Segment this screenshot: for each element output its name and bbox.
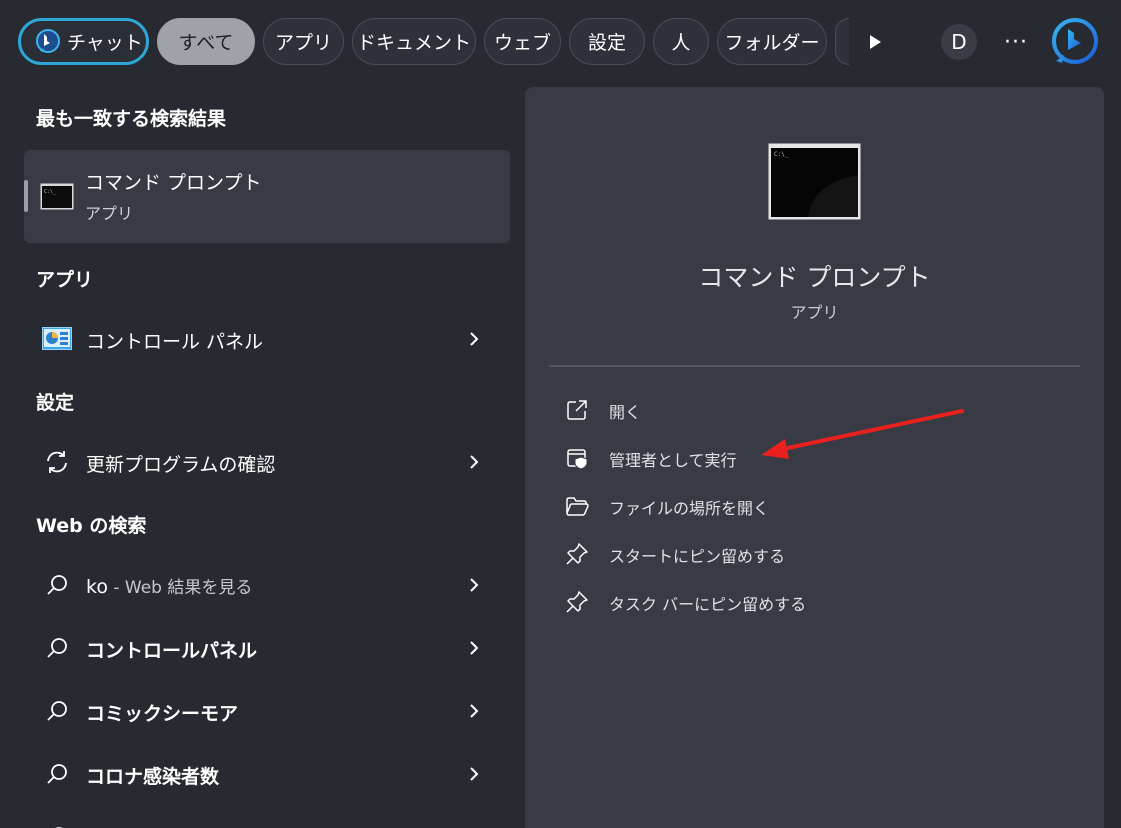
detail-subtitle: アプリ: [790, 303, 839, 322]
chevron-right-icon: [470, 641, 479, 655]
bing-chat-icon: [36, 28, 60, 53]
web-result-label: コロナ感染者数: [86, 766, 220, 788]
web-result-partial[interactable]: [24, 811, 510, 828]
run-as-admin-action[interactable]: 管理者として実行: [565, 443, 1045, 473]
action-label: ファイルの場所を開く: [609, 499, 770, 518]
web-query-text: ko: [86, 576, 108, 598]
web-result-comic-cmoa[interactable]: コミックシーモア: [24, 685, 510, 737]
apps-filter-button[interactable]: アプリ: [263, 18, 344, 65]
documents-filter-button[interactable]: ドキュメント: [352, 18, 476, 65]
pin-icon: [566, 591, 588, 613]
settings-filter-button[interactable]: 設定: [569, 18, 645, 65]
action-label: 開く: [609, 403, 642, 422]
all-filter-label: すべて: [178, 32, 234, 54]
bing-icon[interactable]: [1050, 17, 1100, 67]
detail-divider: [549, 365, 1080, 367]
action-label: タスク バーにピン留めする: [609, 595, 807, 614]
more-filters-partial-button[interactable]: [835, 18, 849, 65]
search-icon: [42, 635, 72, 661]
open-external-icon: [567, 400, 587, 420]
command-prompt-icon: C:\_: [40, 183, 74, 210]
search-icon: [42, 572, 72, 598]
selection-indicator: [24, 180, 28, 212]
best-match-name: コマンド プロンプト: [85, 172, 262, 194]
sync-icon: [42, 449, 72, 475]
best-match-result[interactable]: C:\_ コマンド プロンプト アプリ: [24, 150, 510, 243]
best-match-heading: 最も一致する検索結果: [36, 108, 227, 130]
search-filter-bar: チャット すべて アプリ ドキュメント ウェブ 設定 人 フォルダー D ···: [0, 0, 1121, 84]
app-result-control-panel[interactable]: コントロール パネル: [24, 313, 510, 365]
pin-icon: [566, 543, 588, 565]
web-result-label: ko - Web 結果を見る: [86, 573, 252, 598]
web-result-label: コントロールパネル: [86, 640, 258, 662]
avatar-letter: D: [951, 30, 967, 54]
pin-to-taskbar-action[interactable]: タスク バーにピン留めする: [565, 587, 1045, 617]
web-result-control-panel[interactable]: コントロールパネル: [24, 622, 510, 674]
search-icon: [42, 824, 72, 828]
play-icon: [870, 35, 881, 49]
best-match-type: アプリ: [85, 204, 134, 223]
scroll-filters-button[interactable]: [862, 30, 888, 54]
action-label: スタートにピン留めする: [609, 547, 786, 566]
more-options-button[interactable]: ···: [1000, 26, 1032, 58]
apps-filter-label: アプリ: [274, 32, 332, 54]
open-file-location-action[interactable]: ファイルの場所を開く: [565, 491, 1045, 521]
web-filter-label: ウェブ: [493, 32, 551, 54]
user-avatar[interactable]: D: [941, 24, 977, 60]
command-prompt-large-icon: C:\_: [768, 143, 861, 220]
settings-result-label: 更新プログラムの確認: [86, 454, 276, 476]
web-result-label: コミックシーモア: [86, 703, 239, 725]
svg-text:C:\_: C:\_: [44, 189, 57, 195]
settings-filter-label: 設定: [587, 32, 626, 54]
chevron-right-icon: [470, 704, 479, 718]
ellipsis-icon: ···: [1004, 29, 1028, 55]
chat-filter-button[interactable]: チャット: [18, 18, 149, 65]
all-filter-button[interactable]: すべて: [157, 18, 255, 65]
folders-filter-button[interactable]: フォルダー: [717, 18, 827, 65]
settings-result-update[interactable]: 更新プログラムの確認: [24, 436, 510, 488]
search-icon: [42, 761, 72, 787]
action-label: 管理者として実行: [609, 451, 737, 470]
people-filter-button[interactable]: 人: [653, 18, 709, 65]
open-action[interactable]: 開く: [565, 395, 1045, 425]
web-result-ko[interactable]: ko - Web 結果を見る: [24, 559, 510, 611]
apps-heading: アプリ: [36, 269, 94, 291]
people-filter-label: 人: [671, 32, 691, 54]
shield-admin-icon: [567, 449, 588, 470]
web-result-corona-cases[interactable]: コロナ感染者数: [24, 748, 510, 800]
folders-filter-label: フォルダー: [724, 32, 820, 54]
pin-to-start-action[interactable]: スタートにピン留めする: [565, 539, 1045, 569]
chevron-right-icon: [470, 332, 479, 346]
settings-heading: 設定: [36, 392, 75, 414]
chevron-right-icon: [470, 455, 479, 469]
chevron-right-icon: [470, 767, 479, 781]
detail-title: コマンド プロンプト: [698, 263, 931, 292]
folder-icon: [566, 497, 589, 516]
control-panel-icon: [42, 326, 72, 352]
web-search-heading: Web の検索: [36, 515, 147, 537]
search-icon: [42, 698, 72, 724]
result-detail-panel: C:\_ コマンド プロンプト アプリ 開く 管理者として実行 ファイルの場所を…: [525, 87, 1104, 828]
documents-filter-label: ドキュメント: [356, 32, 471, 54]
web-filter-button[interactable]: ウェブ: [484, 18, 561, 65]
app-result-label: コントロール パネル: [86, 331, 264, 353]
chat-filter-label: チャット: [67, 32, 143, 54]
web-result-suffix: - Web 結果を見る: [107, 578, 253, 598]
svg-text:C:\_: C:\_: [774, 151, 789, 158]
chevron-right-icon: [470, 578, 479, 592]
